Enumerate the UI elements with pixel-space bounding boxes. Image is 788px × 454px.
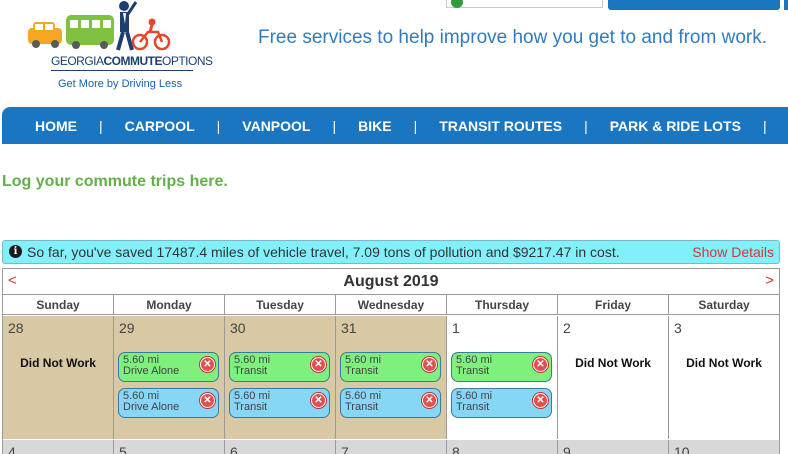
logo-wordmark: GEORGIACOMMUTEOPTIONS xyxy=(51,54,213,68)
dow-monday: Monday xyxy=(114,295,225,315)
main-nav: HOME | CARPOOL | VANPOOL | BIKE | TRANSI… xyxy=(2,107,788,144)
calendar-week: 28 Did Not Work 29 5.60 mi Drive Alone ✕… xyxy=(3,316,779,439)
delete-trip-icon[interactable]: ✕ xyxy=(200,357,215,372)
calendar-day[interactable]: 28 Did Not Work xyxy=(3,316,114,439)
delete-trip-icon[interactable]: ✕ xyxy=(422,393,437,408)
header-tagline: Free services to help improve how you ge… xyxy=(258,27,768,48)
show-details-link[interactable]: Show Details xyxy=(692,244,774,260)
calendar-day[interactable]: 7 xyxy=(336,440,447,454)
trip-entry[interactable]: 5.60 mi Transit ✕ xyxy=(451,388,552,418)
trip-entry[interactable]: 5.60 mi Transit ✕ xyxy=(229,388,330,418)
commute-calendar: < August 2019 > Sunday Monday Tuesday We… xyxy=(2,268,780,454)
dow-friday: Friday xyxy=(558,295,669,315)
delete-trip-icon[interactable]: ✕ xyxy=(311,357,326,372)
day-number: 9 xyxy=(563,444,571,454)
top-action-button-2[interactable] xyxy=(784,0,788,10)
did-not-work-label: Did Not Work xyxy=(575,356,651,370)
savings-banner: i So far, you've saved 17487.4 miles of … xyxy=(2,240,780,264)
day-number: 1 xyxy=(452,320,460,336)
logo-rule xyxy=(51,70,193,71)
dow-sunday: Sunday xyxy=(3,295,114,315)
trip-entry[interactable]: 5.60 mi Transit ✕ xyxy=(229,352,330,382)
calendar-week: 4 5 6 7 8 9 10 xyxy=(3,440,779,454)
nav-separator: | xyxy=(413,117,418,134)
day-number: 5 xyxy=(119,444,127,454)
dow-saturday: Saturday xyxy=(698,298,750,312)
calendar-day[interactable]: 3 Did Not Work xyxy=(669,316,779,439)
calendar-day[interactable]: 30 5.60 mi Transit ✕ 5.60 mi Transit ✕ xyxy=(225,316,336,439)
calendar-day[interactable]: 2 Did Not Work xyxy=(558,316,669,439)
day-number: 8 xyxy=(452,444,460,454)
nav-separator: | xyxy=(584,117,588,134)
calendar-month-title: August 2019 xyxy=(343,273,439,290)
nav-transit-routes[interactable]: TRANSIT ROUTES xyxy=(439,118,562,134)
calendar-day[interactable]: 10 xyxy=(669,440,779,454)
delete-trip-icon[interactable]: ✕ xyxy=(533,357,548,372)
day-number: 28 xyxy=(8,320,24,336)
nav-park-and-ride-lots[interactable]: PARK & RIDE LOTS xyxy=(610,118,741,134)
days-of-week-row: Sunday Monday Tuesday Wednesday Thursday… xyxy=(3,295,779,315)
calendar-day[interactable]: 5 xyxy=(114,440,225,454)
trip-entry[interactable]: 5.60 mi Transit ✕ xyxy=(451,352,552,382)
nav-vanpool[interactable]: VANPOOL xyxy=(242,118,310,134)
trip-entry[interactable]: 5.60 mi Drive Alone ✕ xyxy=(118,388,219,418)
calendar-day[interactable]: 9 xyxy=(558,440,669,454)
day-number: 30 xyxy=(230,320,246,336)
savings-text: So far, you've saved 17487.4 miles of ve… xyxy=(27,244,620,260)
day-number: 2 xyxy=(563,320,571,336)
dow-wednesday: Wednesday xyxy=(336,295,447,315)
delete-trip-icon[interactable]: ✕ xyxy=(200,393,215,408)
calendar-day[interactable]: 31 5.60 mi Transit ✕ 5.60 mi Transit ✕ xyxy=(336,316,447,439)
page: GEORGIACOMMUTEOPTIONS Get More by Drivin… xyxy=(0,0,788,454)
log-commute-link[interactable]: Log your commute trips here. xyxy=(2,173,228,191)
calendar-day[interactable]: 6 xyxy=(225,440,336,454)
trip-entry[interactable]: 5.60 mi Drive Alone ✕ xyxy=(118,352,219,382)
nav-separator: | xyxy=(762,117,767,134)
calendar-day[interactable]: 1 5.60 mi Transit ✕ 5.60 mi Transit ✕ xyxy=(447,316,558,439)
nav-home[interactable]: HOME xyxy=(35,118,77,134)
nav-bike[interactable]: BIKE xyxy=(358,118,391,134)
delete-trip-icon[interactable]: ✕ xyxy=(533,393,548,408)
day-number: 3 xyxy=(674,320,682,336)
did-not-work-label: Did Not Work xyxy=(20,356,96,370)
language-select[interactable] xyxy=(446,0,603,8)
day-number: 31 xyxy=(341,320,357,336)
calendar-day[interactable]: 8 xyxy=(447,440,558,454)
info-icon: i xyxy=(9,245,22,258)
day-number: 6 xyxy=(230,444,238,454)
trip-entry[interactable]: 5.60 mi Transit ✕ xyxy=(340,388,441,418)
day-number: 29 xyxy=(119,320,135,336)
next-month-button[interactable]: > xyxy=(765,272,774,289)
calendar-header: < August 2019 > xyxy=(3,269,779,295)
delete-trip-icon[interactable]: ✕ xyxy=(311,393,326,408)
nav-carpool[interactable]: CARPOOL xyxy=(125,118,195,134)
day-number: 10 xyxy=(674,444,690,454)
logo-vehicles-icon xyxy=(28,1,171,51)
dow-tuesday: Tuesday xyxy=(225,295,336,315)
nav-separator: | xyxy=(99,117,103,134)
georgia-commute-options-logo[interactable]: GEORGIACOMMUTEOPTIONS Get More by Drivin… xyxy=(24,0,213,95)
did-not-work-label: Did Not Work xyxy=(686,356,762,370)
day-number: 4 xyxy=(8,444,16,454)
calendar-day[interactable]: 4 xyxy=(3,440,114,454)
logo-tagline: Get More by Driving Less xyxy=(58,78,183,90)
nav-separator: | xyxy=(216,117,221,134)
dow-thursday: Thursday xyxy=(447,295,558,315)
calendar-day[interactable]: 29 5.60 mi Drive Alone ✕ 5.60 mi Drive A… xyxy=(114,316,225,439)
top-action-button[interactable] xyxy=(608,0,780,10)
trip-entry[interactable]: 5.60 mi Transit ✕ xyxy=(340,352,441,382)
day-number: 7 xyxy=(341,444,349,454)
delete-trip-icon[interactable]: ✕ xyxy=(422,357,437,372)
nav-separator: | xyxy=(332,117,337,134)
google-icon xyxy=(451,0,463,8)
